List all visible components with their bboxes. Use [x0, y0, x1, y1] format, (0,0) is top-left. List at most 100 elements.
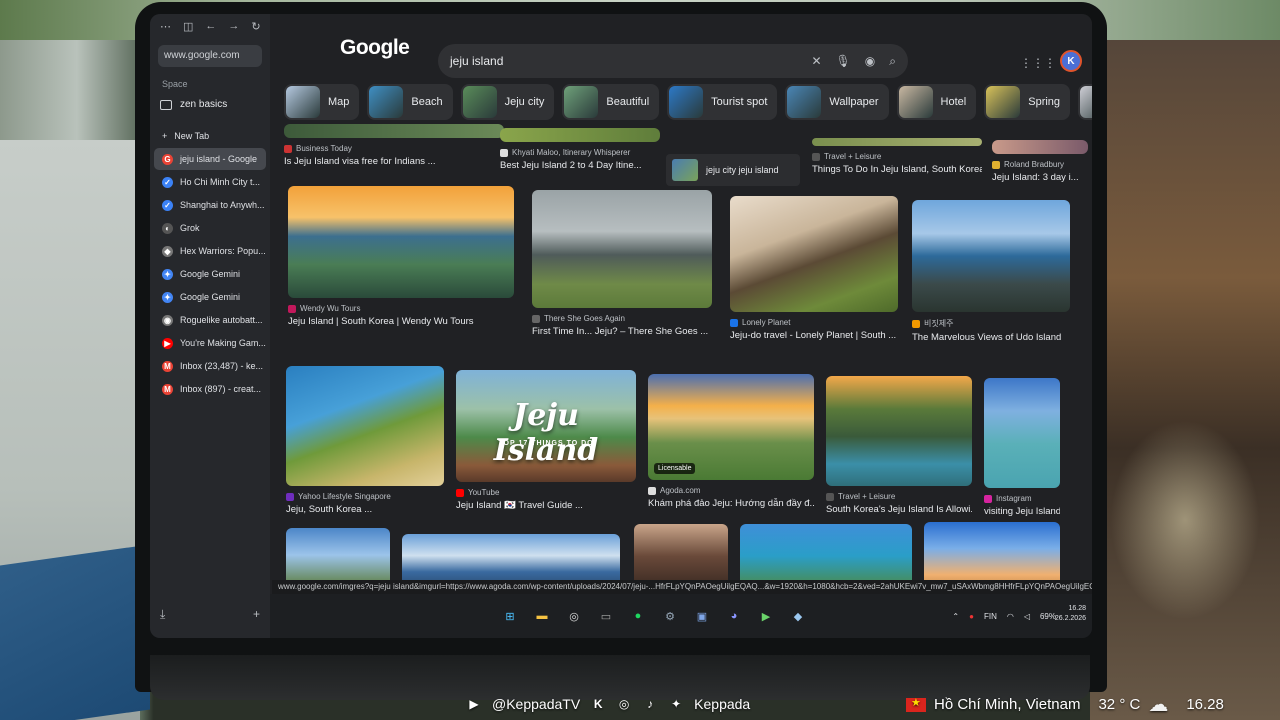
refine-chip[interactable]: Spring: [984, 84, 1071, 120]
result-title[interactable]: Jeju, South Korea ...: [286, 504, 444, 515]
discord-icon[interactable]: ◕: [724, 606, 744, 626]
result-card[interactable]: Wendy Wu Tours Jeju Island | South Korea…: [288, 186, 514, 327]
photos-icon[interactable]: ▣: [692, 606, 712, 626]
result-title[interactable]: Is Jeju Island visa free for Indians ...: [284, 156, 504, 167]
sidebar-tab[interactable]: ◐ Grok: [154, 217, 266, 239]
result-title[interactable]: Jeju-do travel - Lonely Planet | South .…: [730, 330, 898, 341]
result-title[interactable]: Jeju Island: 3 day i...: [992, 172, 1088, 183]
result-image[interactable]: [924, 522, 1060, 588]
download-icon[interactable]: ⤓: [160, 607, 165, 622]
file-explorer-icon[interactable]: ▬: [532, 606, 552, 626]
keyboard-language[interactable]: FIN: [984, 612, 997, 621]
result-title[interactable]: visiting Jeju Island!...: [984, 506, 1060, 517]
related-search-tag[interactable]: jeju city jeju island: [666, 154, 800, 186]
result-title[interactable]: Best Jeju Island 2 to 4 Day Itine...: [500, 160, 660, 171]
back-icon[interactable]: ←: [205, 20, 216, 33]
refine-chip[interactable]: Map: [284, 84, 360, 120]
taskbar-clock[interactable]: 16.28 26.2.2026: [1055, 604, 1086, 624]
spotify-icon[interactable]: ●: [628, 606, 648, 626]
result-card[interactable]: 비짓제주 The Marvelous Views of Udo Island: [912, 200, 1070, 343]
new-tab-button[interactable]: + New Tab: [154, 125, 266, 147]
settings-icon[interactable]: ⚙: [660, 606, 680, 626]
result-image[interactable]: [284, 124, 504, 138]
google-logo[interactable]: Google: [340, 36, 410, 60]
play-store-icon[interactable]: ▶: [756, 606, 776, 626]
result-card[interactable]: Jeju Island TOP 17 THINGS TO DO YouTube …: [456, 370, 636, 511]
result-image[interactable]: [740, 524, 912, 588]
result-card[interactable]: [286, 528, 390, 588]
search-icon[interactable]: ⌕: [889, 54, 896, 69]
sidebar-tab[interactable]: ✦ Google Gemini: [154, 263, 266, 285]
sidebar-tab[interactable]: Gjeju island - Google: [154, 148, 266, 170]
result-card[interactable]: Roland Bradbury Jeju Island: 3 day i...: [992, 140, 1088, 183]
result-image[interactable]: [288, 186, 514, 298]
sidebar-tab[interactable]: ✦ Google Gemini: [154, 286, 266, 308]
sidebar-tab[interactable]: ✓ Ho Chi Minh City t...: [154, 171, 266, 193]
windows-start-icon[interactable]: ⊞: [500, 606, 520, 626]
result-card[interactable]: Licensable Agoda.com Khám phá đảo Jeju: …: [648, 374, 814, 509]
refine-chip[interactable]: Hotel: [896, 84, 977, 120]
result-card[interactable]: [924, 522, 1060, 588]
result-image[interactable]: [532, 190, 712, 308]
lens-icon[interactable]: ◉: [865, 54, 875, 69]
result-card[interactable]: [740, 524, 912, 588]
result-image[interactable]: [500, 128, 660, 142]
volume-icon[interactable]: ◁: [1024, 612, 1030, 621]
result-image[interactable]: [286, 366, 444, 486]
result-title[interactable]: The Marvelous Views of Udo Island: [912, 332, 1070, 343]
sidebar-tab[interactable]: M Inbox (23,487) - ke...: [154, 355, 266, 377]
refine-chip[interactable]: Beach: [367, 84, 453, 120]
result-image[interactable]: [286, 528, 390, 588]
refine-chip[interactable]: Wallpaper: [785, 84, 889, 120]
result-image[interactable]: [826, 376, 972, 486]
refine-chip[interactable]: Beautiful: [562, 84, 660, 120]
battery-level[interactable]: 69%: [1040, 612, 1056, 621]
result-title[interactable]: Khám phá đảo Jeju: Hướng dẫn đầy đ...: [648, 498, 814, 509]
space-item[interactable]: zen basics: [150, 95, 270, 124]
result-title[interactable]: Things To Do In Jeju Island, South Korea: [812, 164, 982, 175]
sidebar-tab[interactable]: ◆ Hex Warriors: Popu...: [154, 240, 266, 262]
result-title[interactable]: Jeju Island | South Korea | Wendy Wu Tou…: [288, 316, 514, 327]
microphone-icon[interactable]: 🎙: [836, 54, 851, 69]
tray-chevron-icon[interactable]: ⌃: [952, 612, 959, 621]
result-image[interactable]: [912, 200, 1070, 312]
forward-icon[interactable]: →: [228, 20, 239, 33]
apps-grid-icon[interactable]: ⋮⋮⋮: [1020, 56, 1056, 70]
zen-browser-icon[interactable]: ◎: [564, 606, 584, 626]
result-title[interactable]: First Time In... Jeju? – There She Goes …: [532, 326, 712, 337]
result-card[interactable]: [634, 524, 728, 588]
result-card[interactable]: Travel + Leisure Things To Do In Jeju Is…: [812, 138, 982, 175]
result-card[interactable]: Lonely Planet Jeju-do travel - Lonely Pl…: [730, 196, 898, 341]
refine-chip[interactable]: Cherry blossom: [1078, 84, 1092, 120]
avatar[interactable]: K: [1060, 50, 1082, 72]
result-image[interactable]: [984, 378, 1060, 488]
result-card[interactable]: Khyati Maloo, Itinerary Whisperer Best J…: [500, 128, 660, 171]
result-card[interactable]: There She Goes Again First Time In... Je…: [532, 190, 712, 337]
result-card[interactable]: Travel + Leisure South Korea's Jeju Isla…: [826, 376, 972, 515]
result-card[interactable]: Business Today Is Jeju Island visa free …: [284, 124, 504, 167]
search-bar[interactable]: jeju island ✕ 🎙 ◉ ⌕: [438, 44, 908, 78]
sidebar-tab[interactable]: ◉ Roguelike autobatt...: [154, 309, 266, 331]
sidebar-toggle-icon[interactable]: ◫: [183, 20, 193, 33]
refine-chip[interactable]: Tourist spot: [667, 84, 778, 120]
steam-icon[interactable]: ◆: [788, 606, 808, 626]
result-image[interactable]: [812, 138, 982, 146]
clear-icon[interactable]: ✕: [811, 54, 821, 69]
result-image[interactable]: Licensable: [648, 374, 814, 480]
result-image[interactable]: [730, 196, 898, 312]
more-icon[interactable]: ⋯: [160, 20, 171, 33]
sidebar-tab[interactable]: M Inbox (897) - creat...: [154, 378, 266, 400]
tray-app-icon[interactable]: ●: [969, 612, 974, 621]
result-image[interactable]: Jeju Island TOP 17 THINGS TO DO: [456, 370, 636, 482]
result-image[interactable]: [634, 524, 728, 588]
reload-icon[interactable]: ↻: [251, 20, 260, 33]
result-card[interactable]: Yahoo Lifestyle Singapore Jeju, South Ko…: [286, 366, 444, 515]
result-title[interactable]: Jeju Island 🇰🇷 Travel Guide ...: [456, 500, 636, 511]
result-card[interactable]: Instagram visiting Jeju Island!...: [984, 378, 1060, 517]
sidebar-tab[interactable]: ▶ You're Making Gam...: [154, 332, 266, 354]
sidebar-tab[interactable]: ✓ Shanghai to Anywh...: [154, 194, 266, 216]
terminal-icon[interactable]: ▭: [596, 606, 616, 626]
url-field[interactable]: www.google.com: [158, 45, 262, 67]
result-image[interactable]: [992, 140, 1088, 154]
add-icon[interactable]: +: [253, 607, 260, 622]
